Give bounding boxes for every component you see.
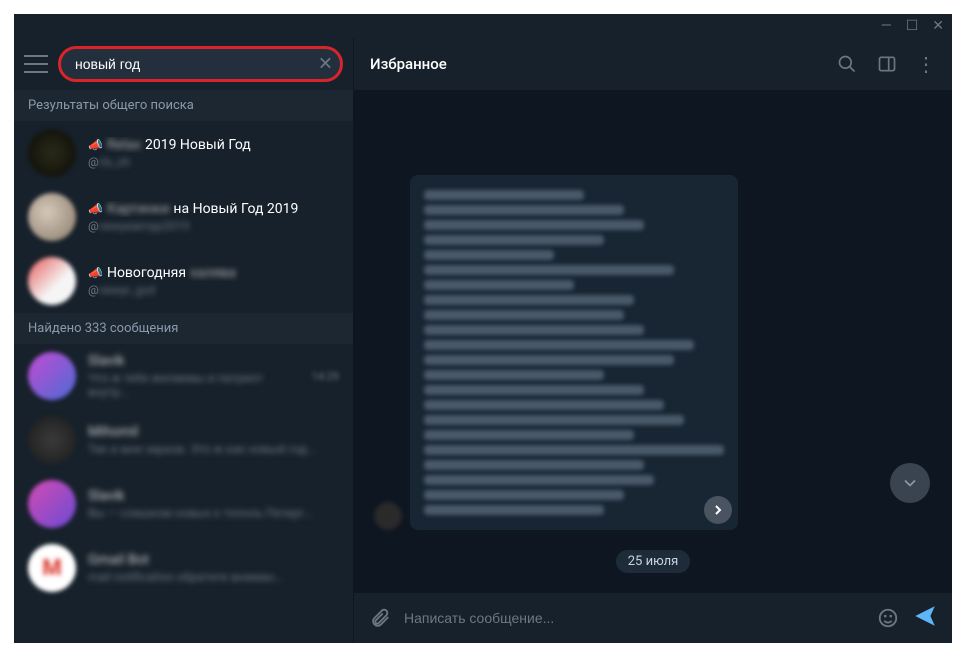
megaphone-icon: 📣 xyxy=(88,202,103,216)
search-wrap: ✕ xyxy=(58,46,343,82)
next-icon[interactable] xyxy=(704,496,732,524)
messages-found-header: Найдено 333 сообщения xyxy=(14,313,353,344)
avatar xyxy=(28,480,76,528)
compose-bar xyxy=(354,593,952,643)
megaphone-icon: 📣 xyxy=(88,138,103,152)
more-icon[interactable]: ⋮ xyxy=(916,52,936,76)
scroll-down-button[interactable] xyxy=(890,463,930,503)
chat-title: Избранное xyxy=(370,55,818,73)
attach-icon[interactable] xyxy=(368,606,392,630)
avatar xyxy=(28,129,76,177)
window-minimize-button[interactable]: — xyxy=(881,18,892,34)
date-separator: 25 июля xyxy=(616,550,691,573)
chat-messages[interactable]: 25 июля xyxy=(354,90,952,593)
emoji-icon[interactable] xyxy=(876,606,900,630)
menu-icon[interactable] xyxy=(24,55,48,73)
global-results-header: Результаты общего поиска xyxy=(14,90,353,121)
app-window: — ☐ ✕ ✕ Результаты общего поиска 📣 xyxy=(14,14,952,643)
avatar xyxy=(28,416,76,464)
message-input[interactable] xyxy=(404,610,864,626)
avatar xyxy=(374,502,402,530)
chat-panel: Избранное ⋮ 25 июля xyxy=(354,38,952,643)
search-icon[interactable] xyxy=(836,53,858,75)
window-titlebar: — ☐ ✕ xyxy=(14,14,952,38)
result-title: Новогодняя xyxy=(107,265,186,281)
avatar xyxy=(28,352,76,400)
result-title: 2019 Новый Год xyxy=(145,137,251,153)
megaphone-icon: 📣 xyxy=(88,266,103,280)
search-result-message[interactable]: Mihomil Так и мне зараза. Это ж как новы… xyxy=(14,408,353,472)
message-bubble xyxy=(410,175,738,530)
search-result-channel[interactable]: 📣 Relax 2019 Новый Год @rlx_ch xyxy=(14,121,353,185)
search-result-message[interactable]: Slavik Что ж тебе желаемы и патриот внут… xyxy=(14,344,353,408)
result-title: на Новый Год 2019 xyxy=(173,201,298,217)
avatar xyxy=(28,193,76,241)
search-input[interactable] xyxy=(58,46,343,82)
sidebar: ✕ Результаты общего поиска 📣 Relax 2019 … xyxy=(14,38,354,643)
window-close-button[interactable]: ✕ xyxy=(932,18,944,34)
send-button[interactable] xyxy=(912,603,938,633)
avatar xyxy=(28,544,76,592)
search-result-channel[interactable]: 📣 Картинки на Новый Год 2019 @newyearnyp… xyxy=(14,185,353,249)
window-maximize-button[interactable]: ☐ xyxy=(906,18,919,34)
search-result-channel[interactable]: 📣 Новогодняя халява @newyr_gvd xyxy=(14,249,353,313)
chat-header: Избранное ⋮ xyxy=(354,38,952,90)
sidepanel-icon[interactable] xyxy=(876,53,898,75)
clear-search-icon[interactable]: ✕ xyxy=(318,54,333,75)
search-result-message[interactable]: Slavik Вы — слишком новых к тополь Петер… xyxy=(14,472,353,536)
avatar xyxy=(28,257,76,305)
search-result-message[interactable]: Gmail Bot mail notification обратите вни… xyxy=(14,536,353,600)
